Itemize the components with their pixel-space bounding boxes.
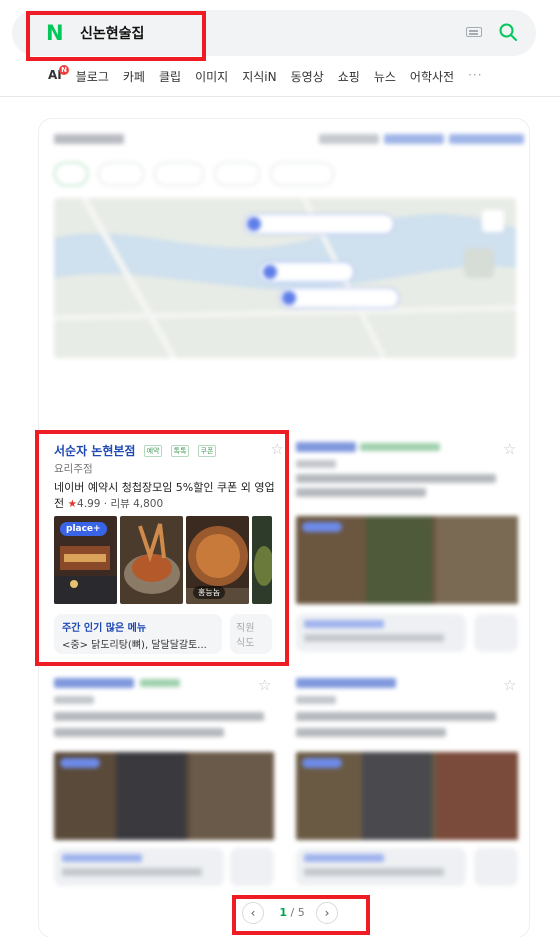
filter-chip[interactable] <box>98 162 144 186</box>
place-listing-blurred[interactable] <box>296 440 518 656</box>
bookmark-star-icon[interactable]: ☆ <box>503 440 516 458</box>
prev-page-button[interactable]: ‹ <box>242 902 264 924</box>
place-category: 요리주점 <box>54 463 93 475</box>
bookmark-star-icon[interactable]: ☆ <box>271 440 284 458</box>
owner-badge: 홍능놈 <box>193 586 226 599</box>
coupon-tag: 쿠폰 <box>197 444 217 457</box>
place-photo[interactable] <box>252 516 272 604</box>
tab-clip[interactable]: 클립 <box>159 68 181 86</box>
talk-tag: 톡톡 <box>170 444 190 457</box>
tab-news[interactable]: 뉴스 <box>374 68 396 86</box>
rating-value: 4.99 <box>77 498 101 510</box>
page-separator: / <box>290 906 295 919</box>
staff-pick-text: 직원 식도 <box>236 623 255 649</box>
search-input[interactable]: 신논현술집 <box>80 23 144 43</box>
weekly-menu-desc: <중> 닭도리탕(뼈), 달달달갈토... <box>62 640 207 651</box>
more-icon[interactable]: ··· <box>468 68 482 86</box>
total-pages: 5 <box>297 906 305 919</box>
naver-logo[interactable]: N <box>46 22 66 44</box>
bookmark-star-icon[interactable]: ☆ <box>258 676 271 694</box>
staff-pick-box[interactable]: 직원 식도 <box>230 614 272 654</box>
reservation-tag: 예약 <box>143 444 163 457</box>
keyboard-icon[interactable] <box>466 27 482 37</box>
pagination: ‹ 1 / 5 › <box>238 902 368 926</box>
tab-divider <box>0 96 560 97</box>
place-section-header-blurred <box>54 134 524 144</box>
tab-blog[interactable]: 블로그 <box>76 68 109 86</box>
place-plus-badge: place+ <box>60 522 107 536</box>
tab-image[interactable]: 이미지 <box>195 68 228 86</box>
search-icon[interactable] <box>498 22 518 42</box>
filter-chip[interactable] <box>154 162 204 186</box>
next-page-button[interactable]: › <box>316 902 338 924</box>
ai-new-badge: N <box>59 65 69 75</box>
bookmark-star-icon[interactable]: ☆ <box>503 676 516 694</box>
tab-video[interactable]: 동영상 <box>291 68 324 86</box>
tab-cafe[interactable]: 카페 <box>123 68 145 86</box>
search-tabs: AI 블로그 카페 클립 이미지 지식iN 동영상 쇼핑 뉴스 어학사전 ··· <box>48 68 483 86</box>
current-page: 1 <box>279 906 287 919</box>
star-icon: ★ <box>67 498 78 510</box>
place-promo: 네이버 예약시 청첩장모임 5%할인 쿠폰 외 영업 전 ★4.99 · 리뷰 … <box>54 480 276 512</box>
place-name[interactable]: 서순자 논현본점 <box>54 444 135 458</box>
place-listing[interactable]: 서순자 논현본점 예약 톡톡 쿠폰 요리주점 네이버 예약시 청첩장모임 5%할… <box>54 440 284 512</box>
tab-kin[interactable]: 지식iN <box>242 68 276 86</box>
rating: ★4.99 · 리뷰 4,800 <box>67 498 164 510</box>
review-count: 리뷰 4,800 <box>110 498 164 510</box>
tab-dictionary[interactable]: 어학사전 <box>410 68 454 86</box>
place-listing-blurred[interactable] <box>54 676 274 890</box>
place-listing-blurred[interactable] <box>296 676 518 890</box>
weekly-menu-title: 주간 인기 많은 메뉴 <box>62 623 147 634</box>
place-photo[interactable] <box>120 516 183 604</box>
filter-chip[interactable] <box>214 162 260 186</box>
page-indicator: 1 / 5 <box>272 906 312 919</box>
map-blurred[interactable] <box>54 198 516 358</box>
filter-chips-blurred <box>54 162 334 186</box>
filter-chip[interactable] <box>270 162 334 186</box>
weekly-menu-box[interactable]: 주간 인기 많은 메뉴 <중> 닭도리탕(뼈), 달달달갈토... <box>54 614 222 654</box>
tab-shopping[interactable]: 쇼핑 <box>338 68 360 86</box>
filter-chip[interactable] <box>54 162 88 186</box>
